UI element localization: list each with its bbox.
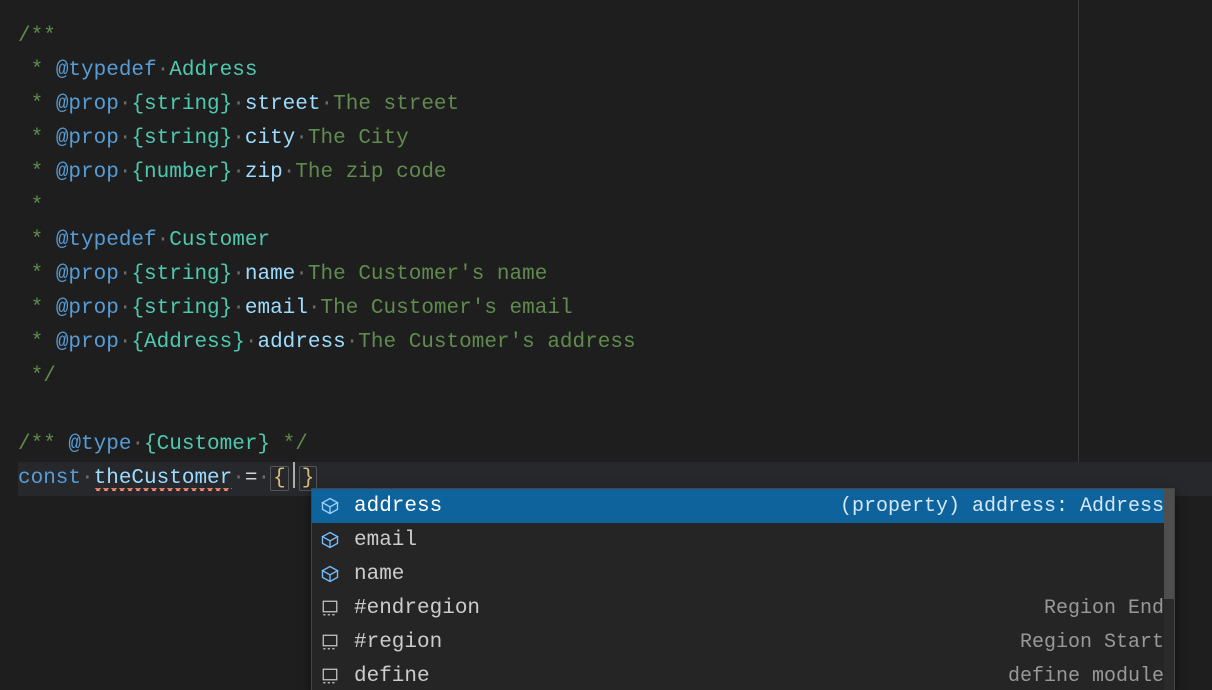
type-name: Address xyxy=(169,59,257,82)
scrollbar-thumb[interactable] xyxy=(1164,489,1174,599)
suggest-item[interactable]: email xyxy=(312,523,1174,557)
code-line[interactable]: */ xyxy=(18,360,1212,394)
code-line[interactable]: * @prop·{string}·city·The City xyxy=(18,122,1212,156)
suggest-detail: Region Start xyxy=(1020,631,1164,654)
code-line[interactable]: * @prop·{string}·email·The Customer's em… xyxy=(18,292,1212,326)
suggest-label: define xyxy=(354,665,430,688)
suggest-label: email xyxy=(354,529,417,552)
suggest-label: name xyxy=(354,563,404,586)
suggest-item[interactable]: address (property) address: Address xyxy=(312,489,1174,523)
suggest-item[interactable]: #region Region Start xyxy=(312,625,1174,659)
suggest-scrollbar[interactable] xyxy=(1164,489,1174,690)
suggest-item[interactable]: name xyxy=(312,557,1174,591)
jsdoc-tag: @typedef xyxy=(56,59,157,82)
text: * xyxy=(18,59,56,82)
suggest-label: #endregion xyxy=(354,597,480,620)
variable-name: theCustomer xyxy=(94,467,233,490)
suggest-detail: (property) address: Address xyxy=(840,495,1164,518)
code-line[interactable]: * @prop·{number}·zip·The zip code xyxy=(18,156,1212,190)
code-line[interactable]: * @prop·{string}·street·The street xyxy=(18,88,1212,122)
text-cursor xyxy=(293,462,295,488)
snippet-icon xyxy=(318,664,342,688)
suggest-item[interactable]: define define module xyxy=(312,659,1174,690)
code-line[interactable]: * @prop·{Address}·address·The Customer's… xyxy=(18,326,1212,360)
field-icon xyxy=(318,528,342,552)
suggest-item[interactable]: #endregion Region End xyxy=(312,591,1174,625)
snippet-icon xyxy=(318,596,342,620)
suggest-label: #region xyxy=(354,631,442,654)
code-line[interactable]: /** xyxy=(18,20,1212,54)
field-icon xyxy=(318,494,342,518)
code-line[interactable]: * @typedef·Customer xyxy=(18,224,1212,258)
code-line[interactable]: * @prop·{string}·name·The Customer's nam… xyxy=(18,258,1212,292)
suggest-detail: define module xyxy=(1008,665,1164,688)
suggest-widget[interactable]: address (property) address: Address emai… xyxy=(311,488,1175,690)
open-brace: { xyxy=(270,466,289,491)
code-line[interactable] xyxy=(18,394,1212,428)
suggest-label: address xyxy=(354,495,442,518)
text: /** xyxy=(18,25,56,48)
code-line[interactable]: /** @type·{Customer} */ xyxy=(18,428,1212,462)
code-line[interactable]: * @typedef·Address xyxy=(18,54,1212,88)
snippet-icon xyxy=(318,630,342,654)
field-icon xyxy=(318,562,342,586)
suggest-detail: Region End xyxy=(1044,597,1164,620)
code-editor[interactable]: /** * @typedef·Address * @prop·{string}·… xyxy=(0,0,1212,690)
code-line[interactable]: * xyxy=(18,190,1212,224)
